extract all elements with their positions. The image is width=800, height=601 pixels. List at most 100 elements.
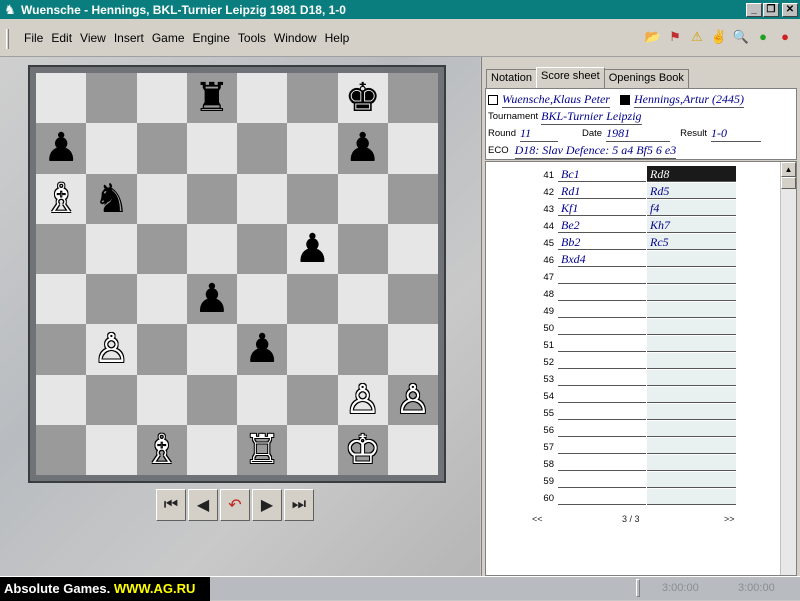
tournament-value[interactable]: BKL-Turnier Leipzig bbox=[541, 109, 642, 125]
board-square[interactable]: ♙ bbox=[86, 324, 137, 375]
white-move[interactable]: Bc1 bbox=[558, 166, 646, 182]
date-value[interactable]: 1981 bbox=[606, 126, 671, 142]
board-square[interactable] bbox=[136, 324, 187, 375]
menu-insert[interactable]: Insert bbox=[114, 31, 144, 45]
board-square[interactable]: ♚ bbox=[337, 73, 388, 124]
board-square[interactable]: ♔ bbox=[337, 424, 388, 475]
board-square[interactable] bbox=[237, 73, 288, 124]
black-move[interactable] bbox=[647, 455, 736, 471]
board-square[interactable]: ♗ bbox=[136, 424, 187, 475]
board-square[interactable] bbox=[387, 173, 438, 224]
board-square[interactable] bbox=[36, 424, 87, 475]
warning-icon[interactable]: ⚠ bbox=[688, 28, 706, 46]
white-pawn-icon[interactable]: ♙ bbox=[395, 380, 431, 420]
black-move[interactable] bbox=[647, 387, 736, 403]
board-square[interactable] bbox=[136, 173, 187, 224]
board-square[interactable] bbox=[186, 374, 237, 425]
board-square[interactable]: ♞ bbox=[86, 173, 137, 224]
take-back-button[interactable]: ↶ bbox=[220, 489, 250, 521]
black-move[interactable] bbox=[647, 302, 736, 318]
black-move[interactable]: f4 bbox=[647, 200, 736, 216]
black-knight-icon[interactable]: ♞ bbox=[93, 179, 129, 219]
board-square[interactable] bbox=[36, 223, 87, 274]
black-player[interactable]: Hennings,Artur (2445) bbox=[633, 92, 744, 108]
board-square[interactable] bbox=[36, 324, 87, 375]
white-move[interactable]: Be2 bbox=[558, 217, 646, 233]
black-rook-icon[interactable]: ♜ bbox=[194, 78, 230, 118]
board-square[interactable]: ♟ bbox=[337, 123, 388, 174]
board-square[interactable] bbox=[237, 123, 288, 174]
black-move[interactable]: Rd5 bbox=[647, 183, 736, 199]
white-rook-icon[interactable]: ♖ bbox=[244, 430, 280, 470]
app-icon[interactable]: ♞ bbox=[2, 2, 18, 18]
black-move[interactable]: Rd8 bbox=[647, 166, 736, 182]
board-square[interactable] bbox=[186, 324, 237, 375]
white-king-icon[interactable]: ♔ bbox=[345, 430, 381, 470]
board-square[interactable] bbox=[86, 374, 137, 425]
black-move[interactable] bbox=[647, 489, 736, 505]
tab-notation[interactable]: Notation bbox=[486, 69, 537, 88]
board-square[interactable] bbox=[387, 274, 438, 325]
black-move[interactable] bbox=[647, 268, 736, 284]
board-square[interactable]: ♟ bbox=[287, 223, 338, 274]
board-square[interactable] bbox=[86, 123, 137, 174]
board-square[interactable] bbox=[287, 324, 338, 375]
board-square[interactable] bbox=[136, 223, 187, 274]
white-pawn-icon[interactable]: ♙ bbox=[345, 380, 381, 420]
board-square[interactable] bbox=[136, 374, 187, 425]
flag-icon[interactable]: ⚑ bbox=[666, 28, 684, 46]
black-move[interactable] bbox=[647, 285, 736, 301]
people-icon[interactable]: ✌ bbox=[710, 28, 728, 46]
black-move[interactable]: Kh7 bbox=[647, 217, 736, 233]
board-square[interactable] bbox=[237, 223, 288, 274]
black-move[interactable] bbox=[647, 421, 736, 437]
menu-edit[interactable]: Edit bbox=[51, 31, 72, 45]
board-square[interactable] bbox=[136, 274, 187, 325]
board-square[interactable]: ♖ bbox=[237, 424, 288, 475]
stop-icon[interactable]: ● bbox=[776, 28, 794, 46]
eco-value[interactable]: D18: Slav Defence: 5 a4 Bf5 6 e3 bbox=[514, 143, 677, 159]
toolbar-grip[interactable] bbox=[6, 29, 9, 49]
white-move[interactable] bbox=[558, 455, 646, 471]
minimize-button[interactable]: _ bbox=[746, 2, 762, 17]
close-button[interactable]: ✕ bbox=[782, 2, 798, 17]
board-square[interactable] bbox=[287, 123, 338, 174]
board-square[interactable] bbox=[86, 223, 137, 274]
scroll-thumb[interactable] bbox=[781, 177, 796, 189]
board-square[interactable] bbox=[136, 123, 187, 174]
board-square[interactable] bbox=[387, 123, 438, 174]
white-move[interactable] bbox=[558, 438, 646, 454]
white-move[interactable] bbox=[558, 421, 646, 437]
black-move[interactable] bbox=[647, 438, 736, 454]
last-move-button[interactable]: ⏭ bbox=[284, 489, 314, 521]
board-square[interactable]: ♟ bbox=[36, 123, 87, 174]
board-square[interactable]: ♙ bbox=[387, 374, 438, 425]
search-icon[interactable]: 🔍 bbox=[732, 28, 750, 46]
board-square[interactable]: ♟ bbox=[186, 274, 237, 325]
board-square[interactable] bbox=[36, 274, 87, 325]
black-move[interactable] bbox=[647, 472, 736, 488]
black-move[interactable]: Rc5 bbox=[647, 234, 736, 250]
black-move[interactable] bbox=[647, 353, 736, 369]
white-move[interactable] bbox=[558, 268, 646, 284]
black-king-icon[interactable]: ♚ bbox=[345, 78, 381, 118]
board-square[interactable] bbox=[136, 73, 187, 124]
white-move[interactable] bbox=[558, 404, 646, 420]
black-pawn-icon[interactable]: ♟ bbox=[345, 128, 381, 168]
board-square[interactable] bbox=[287, 374, 338, 425]
black-move[interactable] bbox=[647, 251, 736, 267]
menu-help[interactable]: Help bbox=[325, 31, 350, 45]
result-value[interactable]: 1-0 bbox=[711, 126, 762, 142]
board-square[interactable] bbox=[337, 223, 388, 274]
white-pawn-icon[interactable]: ♙ bbox=[93, 329, 129, 369]
white-move[interactable]: Bb2 bbox=[558, 234, 646, 250]
tab-score-sheet[interactable]: Score sheet bbox=[535, 67, 605, 88]
tab-openings-book[interactable]: Openings Book bbox=[603, 69, 689, 88]
previous-move-button[interactable]: ◀ bbox=[188, 489, 218, 521]
black-move[interactable] bbox=[647, 404, 736, 420]
board-square[interactable] bbox=[287, 173, 338, 224]
board-square[interactable] bbox=[186, 123, 237, 174]
board-square[interactable] bbox=[287, 73, 338, 124]
board-square[interactable] bbox=[36, 73, 87, 124]
black-pawn-icon[interactable]: ♟ bbox=[294, 229, 330, 269]
